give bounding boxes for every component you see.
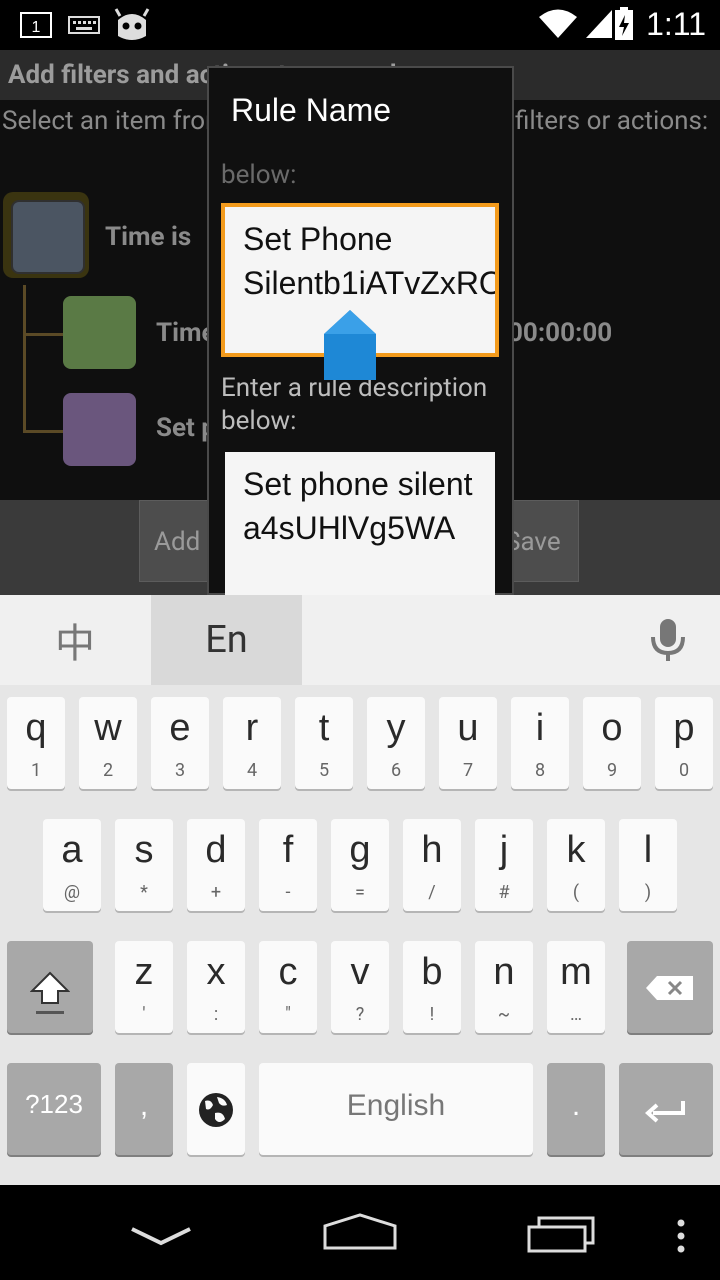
wifi-icon (539, 9, 577, 38)
key-o[interactable]: o9 (583, 697, 641, 789)
key-n[interactable]: n ~ (475, 941, 533, 1033)
space-key[interactable]: English (259, 1063, 533, 1155)
microphone-icon[interactable] (640, 615, 696, 665)
back-icon[interactable] (130, 1225, 192, 1249)
key-q[interactable]: q1 (7, 697, 65, 789)
cyanogen-bot-icon (114, 8, 150, 40)
dialog-title: Rule Name (231, 92, 392, 128)
key-r[interactable]: r4 (223, 697, 281, 789)
delete-key[interactable] (627, 941, 713, 1033)
key-d[interactable]: d + (187, 819, 245, 911)
language-english-tab[interactable]: En (151, 595, 302, 685)
key-v[interactable]: v? (331, 941, 389, 1033)
language-key[interactable] (187, 1063, 245, 1155)
tree-connector (23, 430, 63, 433)
key-j[interactable]: j # (475, 819, 533, 911)
key-b[interactable]: b! (403, 941, 461, 1033)
key-c[interactable]: c " (259, 941, 317, 1033)
rule-description-input[interactable]: Set phone silent a4sUHlVg5WA (225, 452, 495, 595)
enter-key[interactable] (619, 1063, 713, 1155)
tree-node-icon[interactable] (11, 200, 85, 274)
recent-apps-icon[interactable] (527, 1215, 597, 1255)
status-bar: 1 1:11 (0, 0, 720, 50)
globe-icon (199, 1093, 233, 1127)
key-w[interactable]: w2 (79, 697, 137, 789)
tree-filter-time: 00:00:00 (508, 318, 613, 348)
key-f[interactable]: f- (259, 819, 317, 911)
notification-badge-icon: 1 (20, 12, 52, 38)
navigation-bar (0, 1185, 720, 1280)
key-k[interactable]: k( (547, 819, 605, 911)
key-m[interactable]: m… (547, 941, 605, 1033)
shift-icon (30, 971, 70, 1014)
key-u[interactable]: u7 (439, 697, 497, 789)
comma-key[interactable]: , (115, 1063, 173, 1155)
tree-action-icon[interactable] (63, 393, 136, 466)
key-e[interactable]: e3 (151, 697, 209, 789)
symbols-key[interactable]: ?123 (7, 1063, 101, 1155)
language-chinese-tab[interactable]: 中 (0, 595, 150, 685)
overflow-menu-icon[interactable] (674, 1217, 688, 1255)
tree-node-label[interactable]: Time is (105, 222, 191, 252)
key-y[interactable]: y6 (367, 697, 425, 789)
svg-text:1: 1 (32, 19, 41, 36)
keyboard-icon (68, 16, 100, 34)
key-l[interactable]: l) (619, 819, 677, 911)
clock: 1:11 (646, 6, 706, 42)
enter-icon (645, 1101, 685, 1123)
text-cursor-handle[interactable] (324, 310, 376, 380)
home-icon[interactable] (322, 1212, 398, 1252)
signal-icon (586, 10, 612, 38)
key-a[interactable]: a @ (43, 819, 101, 911)
key-p[interactable]: p0 (655, 697, 713, 789)
key-z[interactable]: z ' (115, 941, 173, 1033)
key-t[interactable]: t5 (295, 697, 353, 789)
key-s[interactable]: s * (115, 819, 173, 911)
tree-connector (23, 285, 26, 433)
period-key[interactable]: . (547, 1063, 605, 1155)
key-g[interactable]: g = (331, 819, 389, 911)
backspace-icon (646, 976, 693, 1000)
tree-connector (23, 333, 63, 336)
key-i[interactable]: i8 (511, 697, 569, 789)
key-x[interactable]: x: (187, 941, 245, 1033)
key-h[interactable]: h / (403, 819, 461, 911)
description-label: Enter a rule description below: (221, 373, 488, 436)
battery-charging-icon (615, 7, 633, 40)
shift-key[interactable] (7, 941, 93, 1033)
tree-filter-icon[interactable] (63, 296, 136, 369)
partial-label: below: (221, 160, 297, 184)
